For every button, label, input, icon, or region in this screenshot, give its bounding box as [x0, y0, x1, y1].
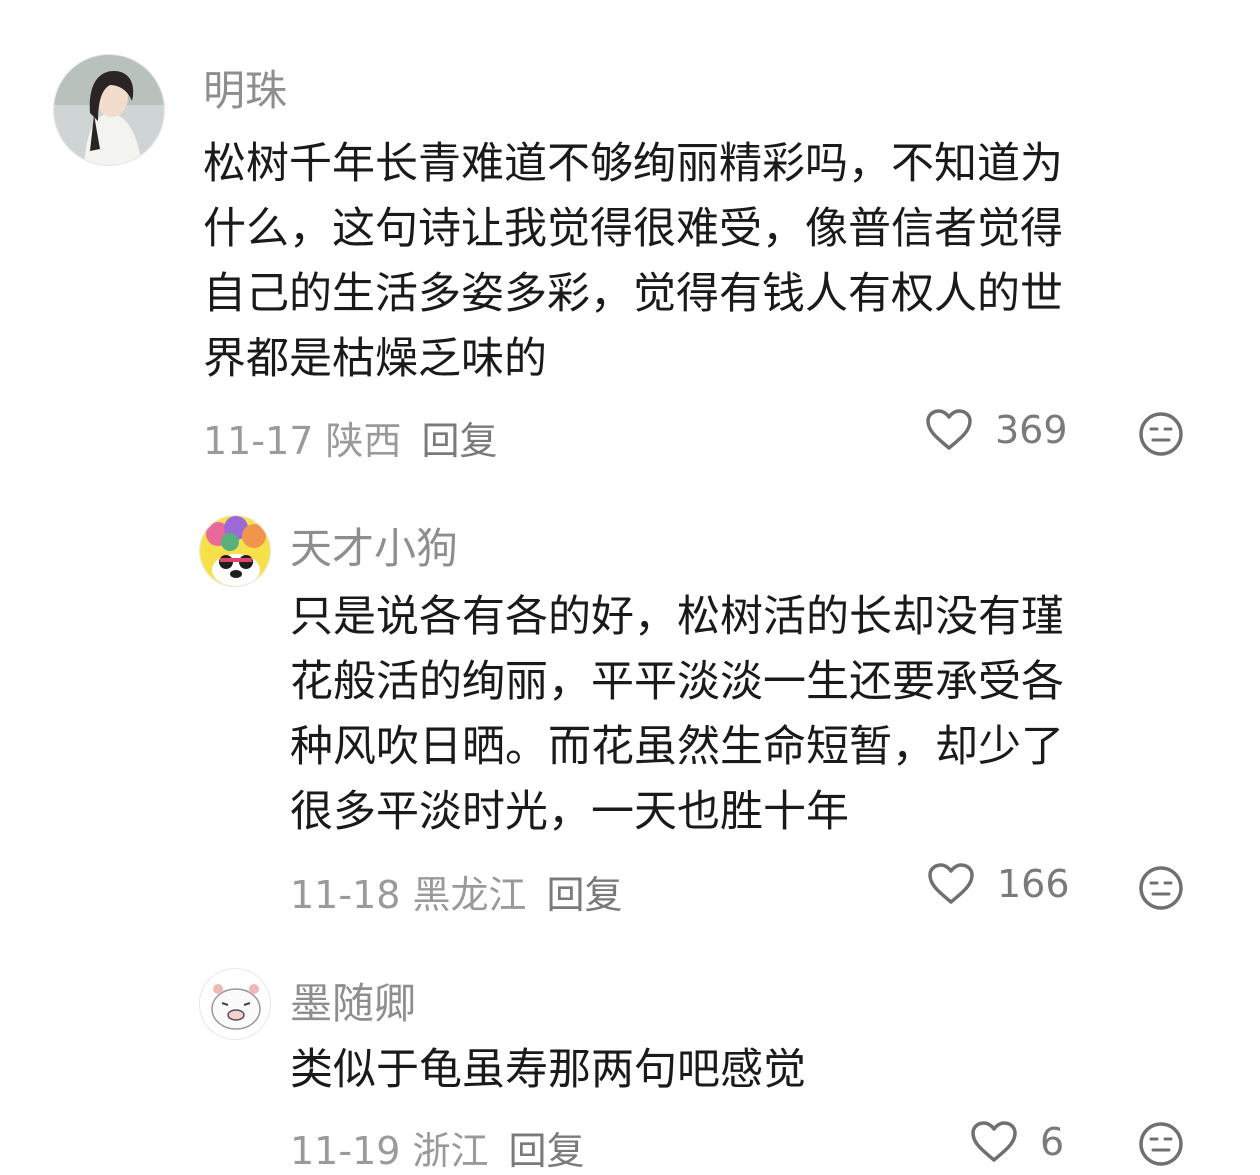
reply-button[interactable]: 回复	[547, 873, 623, 917]
like-button[interactable]: 369	[925, 408, 1068, 452]
dislike-button[interactable]	[1138, 1121, 1184, 1171]
heart-outline-icon	[971, 1121, 1017, 1162]
dislike-button[interactable]	[1138, 865, 1184, 915]
username[interactable]: 天才小狗	[290, 515, 458, 576]
like-count: 166	[997, 862, 1070, 906]
comment-meta: 11-17 陕西 回复	[203, 410, 498, 465]
like-count: 6	[1040, 1120, 1065, 1164]
comment-meta: 11-19 浙江 回复	[290, 1120, 585, 1175]
avatar[interactable]	[53, 54, 165, 166]
meh-face-icon	[1139, 866, 1183, 910]
comment-line: 只是说各有各的好，松树活的长却没有瑾	[290, 592, 1064, 642]
heart-outline-icon	[926, 409, 972, 450]
comment-line: 花般活的绚丽，平平淡淡一生还要承受各	[290, 657, 1064, 707]
comment-meta: 11-18 黑龙江 回复	[290, 864, 623, 919]
meh-face-icon	[1139, 1122, 1183, 1166]
comment-line: 很多平淡时光，一天也胜十年	[290, 787, 849, 837]
like-button[interactable]: 166	[927, 862, 1070, 906]
heart-outline-icon	[928, 863, 974, 904]
avatar[interactable]	[199, 515, 271, 587]
comment-line: 种风吹日晒。而花虽然生命短暂，却少了	[290, 722, 1064, 772]
comment-line: 界都是枯燥乏味的	[203, 334, 547, 384]
avatar[interactable]	[199, 968, 271, 1040]
comment-text: 只是说各有各的好，松树活的长却没有瑾 花般活的绚丽，平平淡淡一生还要承受各 种风…	[290, 585, 1064, 845]
meh-face-icon	[1139, 412, 1183, 456]
username[interactable]: 墨随卿	[290, 970, 416, 1031]
dislike-button[interactable]	[1138, 411, 1184, 461]
comment-line: 松树千年长青难道不够绚丽精彩吗，不知道为	[203, 139, 1063, 189]
comment-line: 自己的生活多姿多彩，觉得有钱人有权人的世	[203, 269, 1063, 319]
comment-text: 类似于龟虽寿那两句吧感觉	[290, 1038, 806, 1103]
date-location: 11-19 浙江	[290, 1129, 489, 1173]
like-count: 369	[995, 408, 1068, 452]
date-location: 11-18 黑龙江	[290, 873, 527, 917]
comment-line: 什么，这句诗让我觉得很难受，像普信者觉得	[203, 204, 1063, 254]
reply-button[interactable]: 回复	[509, 1129, 585, 1173]
reply-button[interactable]: 回复	[422, 419, 498, 463]
username[interactable]: 明珠	[203, 57, 287, 118]
date-location: 11-17 陕西	[203, 419, 402, 463]
like-button[interactable]: 6	[970, 1120, 1064, 1164]
comment-line: 类似于龟虽寿那两句吧感觉	[290, 1045, 806, 1095]
comment-text: 松树千年长青难道不够绚丽精彩吗，不知道为 什么，这句诗让我觉得很难受，像普信者觉…	[203, 132, 1063, 392]
